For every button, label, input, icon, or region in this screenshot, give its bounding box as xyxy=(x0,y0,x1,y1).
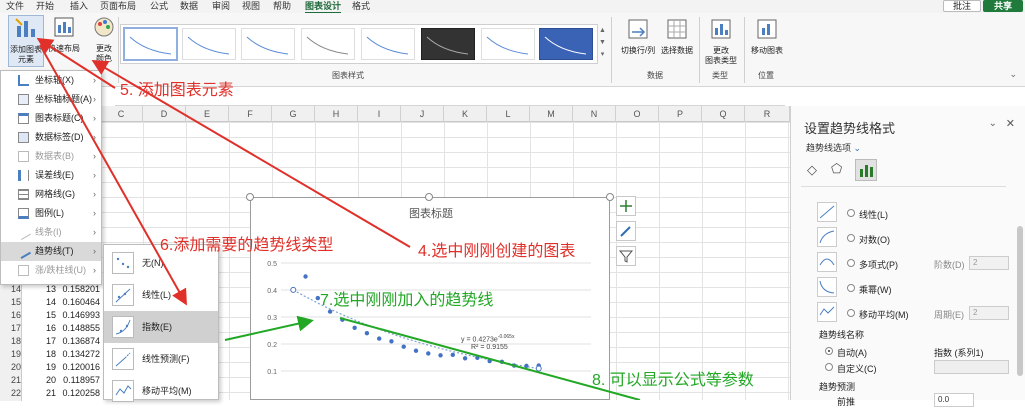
arrow-step7 xyxy=(224,315,314,341)
annotation-arrows xyxy=(36,37,641,400)
annotation-step4: 4.选中刚刚创建的图表 xyxy=(418,243,576,260)
annotation-step6: 6.添加需要的趋势线类型 xyxy=(160,237,334,254)
annotation-step8: 8. 可以显示公式等参数 xyxy=(592,372,754,389)
annotation-step5: 5. 添加图表元素 xyxy=(120,82,234,99)
annotation-step7: 7.选中刚刚加入的趋势线 xyxy=(320,292,494,309)
